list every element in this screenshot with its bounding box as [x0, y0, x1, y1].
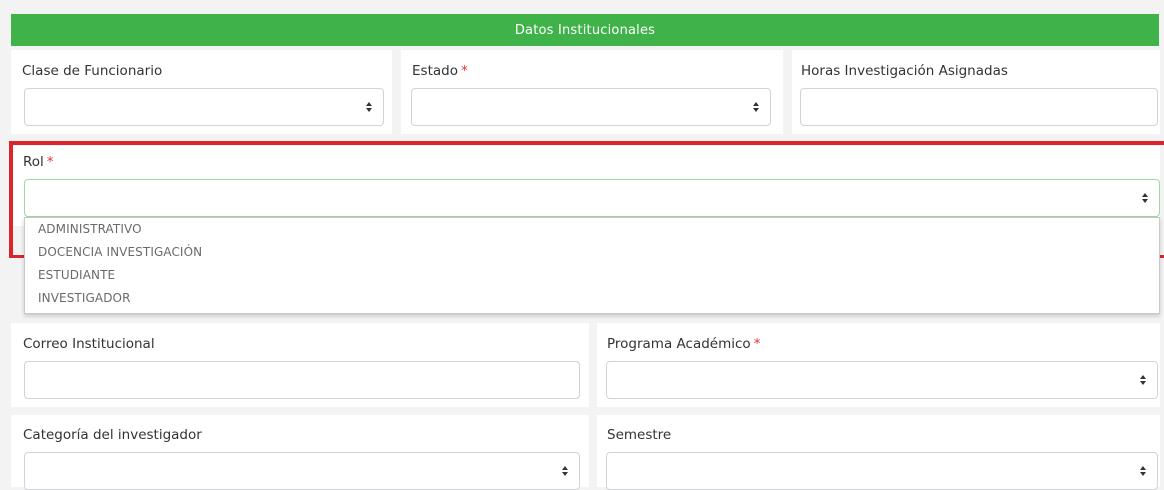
rol-dropdown-list: ADMINISTRATIVO DOCENCIA INVESTIGACIÓN ES…: [24, 217, 1160, 314]
rol-select[interactable]: [24, 179, 1160, 217]
semestre-select[interactable]: [606, 452, 1158, 490]
estado-card: Estado *: [401, 50, 783, 134]
section-title: Datos Institucionales: [514, 22, 656, 38]
select-arrows-icon: [753, 102, 759, 112]
select-arrows-icon: [562, 466, 568, 476]
required-mark: *: [753, 336, 761, 352]
estado-label: Estado *: [412, 63, 468, 79]
rol-option-docencia-investigacion[interactable]: DOCENCIA INVESTIGACIÓN: [25, 241, 1159, 264]
correo-institucional-card: Correo Institucional: [11, 323, 589, 407]
horas-investigacion-card: Horas Investigación Asignadas: [792, 50, 1160, 134]
rol-card: Rol *: [11, 146, 1160, 226]
select-arrows-icon: [1140, 466, 1146, 476]
programa-academico-card: Programa Académico *: [597, 323, 1160, 407]
highlight-box-top: [9, 141, 1164, 145]
estado-select[interactable]: [411, 88, 771, 126]
rol-option-investigador[interactable]: INVESTIGADOR: [25, 287, 1159, 310]
clase-funcionario-select[interactable]: [24, 88, 384, 126]
categoria-investigador-label: Categoría del investigador: [23, 427, 202, 443]
semestre-card: Semestre: [597, 415, 1160, 490]
correo-institucional-input[interactable]: [24, 361, 580, 399]
select-arrows-icon: [1140, 375, 1146, 385]
correo-institucional-label: Correo Institucional: [23, 336, 155, 352]
horas-investigacion-label: Horas Investigación Asignadas: [801, 63, 1008, 79]
select-arrows-icon: [1142, 193, 1148, 203]
semestre-label: Semestre: [607, 427, 672, 443]
rol-option-administrativo[interactable]: ADMINISTRATIVO: [25, 218, 1159, 241]
horas-investigacion-input[interactable]: [800, 88, 1158, 126]
rol-label: Rol *: [23, 154, 54, 170]
clase-funcionario-label: Clase de Funcionario: [22, 63, 163, 79]
categoria-investigador-select[interactable]: [24, 452, 580, 490]
select-arrows-icon: [366, 102, 372, 112]
required-mark: *: [46, 154, 54, 170]
categoria-investigador-card: Categoría del investigador: [11, 415, 589, 490]
required-mark: *: [460, 63, 468, 79]
rol-option-estudiante[interactable]: ESTUDIANTE: [25, 264, 1159, 287]
clase-funcionario-card: Clase de Funcionario: [11, 50, 392, 134]
section-header: Datos Institucionales: [11, 14, 1159, 46]
programa-academico-select[interactable]: [606, 361, 1158, 399]
programa-academico-label: Programa Académico *: [607, 336, 761, 352]
